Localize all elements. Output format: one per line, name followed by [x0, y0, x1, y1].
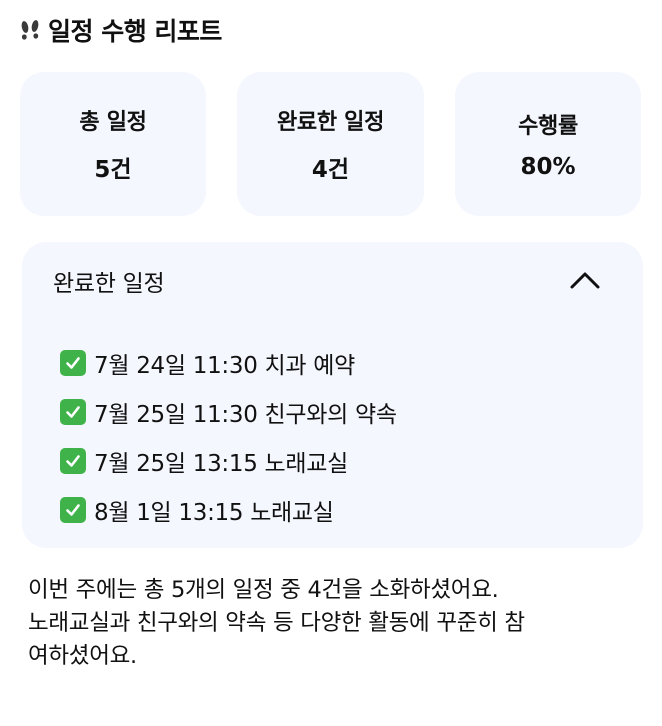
check-mark-icon — [60, 398, 86, 425]
summary-line: 여하셨어요. — [28, 643, 137, 669]
check-mark-icon — [60, 496, 86, 523]
accordion-title: 완료한 일정 — [53, 271, 165, 297]
summary-line: 노래교실과 친구와의 약속 등 다양한 활동에 꾸준히 참 — [28, 610, 525, 636]
stat-card-rate: 수행률 80% — [455, 72, 641, 216]
stat-value: 5건 — [94, 157, 132, 183]
schedule-text: 8월 1일 13:15 노래교실 — [94, 499, 334, 526]
summary-text: 이번 주에는 총 5개의 일정 중 4건을 소화하셨어요. 노래교실과 친구와의… — [28, 574, 638, 673]
list-item: 7월 24일 11:30 치과 예약 — [60, 338, 397, 387]
stat-label: 총 일정 — [79, 110, 147, 135]
stats-row: 총 일정 5건 완료한 일정 4건 수행률 80% — [20, 72, 641, 216]
schedule-text: 7월 25일 11:30 친구와의 약속 — [94, 401, 397, 428]
list-item: 7월 25일 11:30 친구와의 약속 — [60, 387, 397, 436]
completed-schedules-accordion: 완료한 일정 7월 24일 11:30 치과 예약 7월 25일 11:30 친… — [22, 242, 643, 548]
stat-card-completed: 완료한 일정 4건 — [237, 72, 424, 216]
stat-value: 80% — [520, 154, 576, 180]
page-title: 일정 수행 리포트 — [48, 17, 222, 46]
list-item: 8월 1일 13:15 노래교실 — [60, 485, 397, 534]
chevron-up-icon[interactable] — [569, 270, 601, 290]
report-header: 일정 수행 리포트 — [18, 10, 222, 50]
stat-card-total: 총 일정 5건 — [20, 72, 206, 216]
schedule-text: 7월 25일 13:15 노래교실 — [94, 450, 348, 477]
schedule-text: 7월 24일 11:30 치과 예약 — [94, 352, 355, 379]
accordion-toggle[interactable]: 완료한 일정 — [22, 242, 643, 318]
summary-line: 이번 주에는 총 5개의 일정 중 4건을 소화하셨어요. — [28, 577, 499, 603]
stat-label: 수행률 — [518, 114, 578, 139]
footprints-icon — [18, 18, 42, 42]
list-item: 7월 25일 13:15 노래교실 — [60, 436, 397, 485]
stat-label: 완료한 일정 — [276, 110, 385, 135]
check-mark-icon — [60, 349, 86, 376]
stat-value: 4건 — [311, 157, 350, 183]
check-mark-icon — [60, 447, 86, 474]
completed-list: 7월 24일 11:30 치과 예약 7월 25일 11:30 친구와의 약속 … — [60, 338, 397, 534]
